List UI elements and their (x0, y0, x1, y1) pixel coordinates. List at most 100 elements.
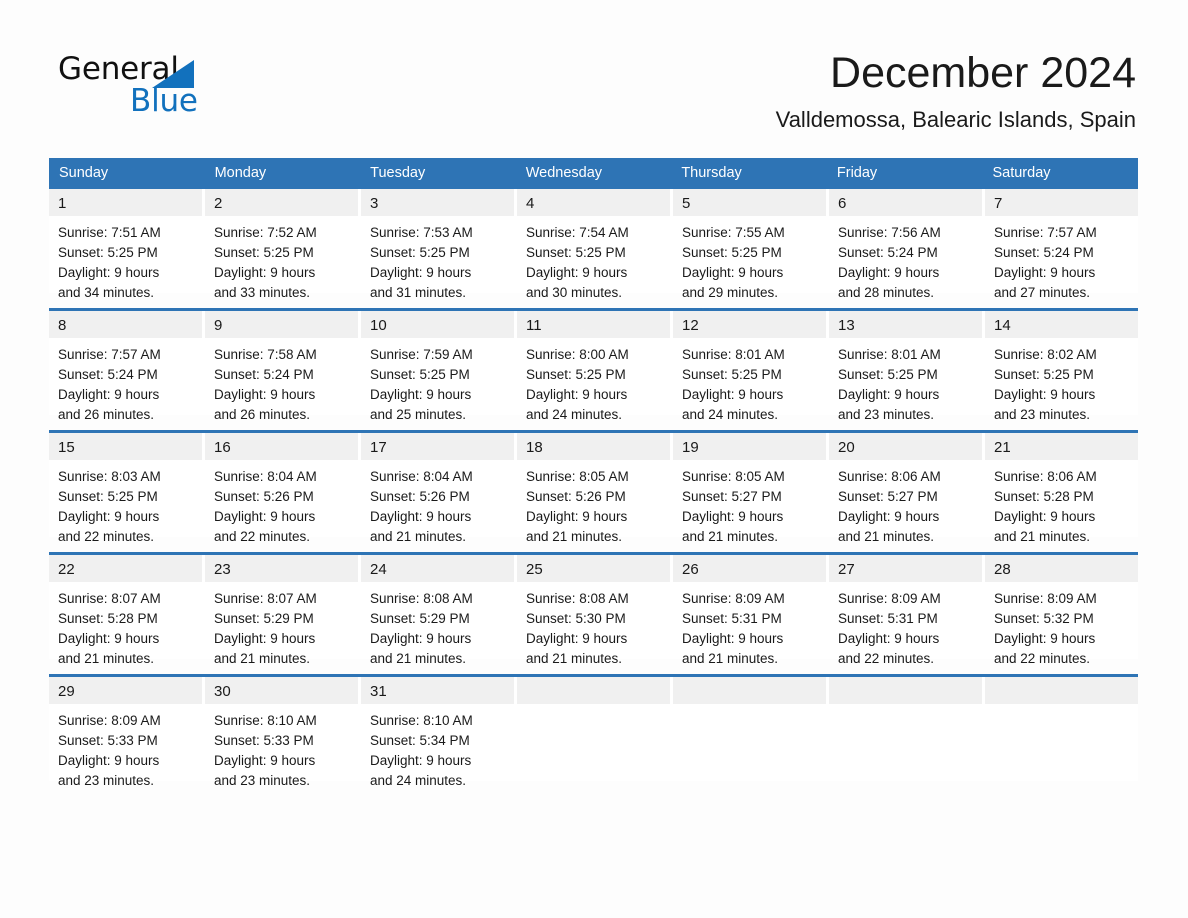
sunset-text: Sunset: 5:25 PM (682, 367, 782, 382)
day-number (517, 677, 670, 704)
week-row: 22 Sunrise: 8:07 AM Sunset: 5:28 PM Dayligh… (49, 552, 1138, 666)
sunset-text: Sunset: 5:29 PM (370, 611, 470, 626)
day-cell[interactable]: 1 Sunrise: 7:51 AM Sunset: 5:25 PM Daylight… (49, 189, 205, 300)
day-details: Sunrise: 8:08 AM Sunset: 5:30 PM Daylight:… (517, 582, 670, 666)
sunrise-text: Sunrise: 8:06 AM (838, 469, 941, 484)
week-row: 1 Sunrise: 7:51 AM Sunset: 5:25 PM Daylight… (49, 189, 1138, 300)
day-number: 24 (361, 555, 514, 582)
day-cell[interactable]: 24 Sunrise: 8:08 AM Sunset: 5:29 PM Dayligh… (361, 555, 517, 666)
day-details: Sunrise: 8:09 AM Sunset: 5:31 PM Daylight:… (829, 582, 982, 666)
day-number: 6 (829, 189, 982, 216)
day-cell[interactable]: 2 Sunrise: 7:52 AM Sunset: 5:25 PM Daylight… (205, 189, 361, 300)
day-cell[interactable]: 10 Sunrise: 7:59 AM Sunset: 5:25 PM Dayligh… (361, 311, 517, 422)
day-number (985, 677, 1138, 704)
day-cell[interactable]: 31 Sunrise: 8:10 AM Sunset: 5:34 PM Dayligh… (361, 677, 517, 788)
day-cell[interactable]: 23 Sunrise: 8:07 AM Sunset: 5:29 PM Dayligh… (205, 555, 361, 666)
day-cell[interactable]: 3 Sunrise: 7:53 AM Sunset: 5:25 PM Daylight… (361, 189, 517, 300)
day-cell[interactable]: 14 Sunrise: 8:02 AM Sunset: 5:25 PM Dayligh… (985, 311, 1138, 422)
day-cell[interactable]: 25 Sunrise: 8:08 AM Sunset: 5:30 PM Dayligh… (517, 555, 673, 666)
day-cell[interactable]: 12 Sunrise: 8:01 AM Sunset: 5:25 PM Dayligh… (673, 311, 829, 422)
day-cell[interactable]: 26 Sunrise: 8:09 AM Sunset: 5:31 PM Dayligh… (673, 555, 829, 666)
day-details: Sunrise: 8:06 AM Sunset: 5:28 PM Daylight:… (985, 460, 1138, 544)
sunset-text: Sunset: 5:24 PM (214, 367, 314, 382)
day-number: 30 (205, 677, 358, 704)
daylight-text-line1: Daylight: 9 hours (994, 509, 1096, 524)
day-cell[interactable]: 20 Sunrise: 8:06 AM Sunset: 5:27 PM Dayligh… (829, 433, 985, 544)
day-cell[interactable]: 13 Sunrise: 8:01 AM Sunset: 5:25 PM Dayligh… (829, 311, 985, 422)
day-number: 23 (205, 555, 358, 582)
sunrise-text: Sunrise: 7:55 AM (682, 225, 785, 240)
daylight-text-line1: Daylight: 9 hours (370, 631, 472, 646)
sunrise-text: Sunrise: 8:10 AM (214, 713, 317, 728)
day-details: Sunrise: 8:05 AM Sunset: 5:26 PM Daylight:… (517, 460, 670, 544)
day-cell[interactable]: 29 Sunrise: 8:09 AM Sunset: 5:33 PM Dayligh… (49, 677, 205, 788)
day-cell[interactable]: 8 Sunrise: 7:57 AM Sunset: 5:24 PM Daylight… (49, 311, 205, 422)
daylight-text-line1: Daylight: 9 hours (526, 631, 628, 646)
sunrise-text: Sunrise: 8:07 AM (58, 591, 161, 606)
day-number: 25 (517, 555, 670, 582)
day-cell[interactable]: 28 Sunrise: 8:09 AM Sunset: 5:32 PM Dayligh… (985, 555, 1138, 666)
day-cell[interactable]: 22 Sunrise: 8:07 AM Sunset: 5:28 PM Dayligh… (49, 555, 205, 666)
day-cell[interactable]: 18 Sunrise: 8:05 AM Sunset: 5:26 PM Dayligh… (517, 433, 673, 544)
daylight-text-line2: and 21 minutes. (58, 651, 155, 666)
day-details: Sunrise: 8:06 AM Sunset: 5:27 PM Daylight:… (829, 460, 982, 544)
day-details: Sunrise: 8:08 AM Sunset: 5:29 PM Daylight:… (361, 582, 514, 666)
daylight-text-line2: and 21 minutes. (526, 651, 623, 666)
day-number: 10 (361, 311, 514, 338)
day-cell[interactable]: 19 Sunrise: 8:05 AM Sunset: 5:27 PM Dayligh… (673, 433, 829, 544)
daylight-text-line1: Daylight: 9 hours (526, 265, 628, 280)
day-number: 13 (829, 311, 982, 338)
day-details: Sunrise: 7:54 AM Sunset: 5:25 PM Daylight:… (517, 216, 670, 300)
day-cell[interactable]: 11 Sunrise: 8:00 AM Sunset: 5:25 PM Dayligh… (517, 311, 673, 422)
day-details: Sunrise: 8:10 AM Sunset: 5:34 PM Daylight:… (361, 704, 514, 788)
daylight-text-line1: Daylight: 9 hours (214, 265, 316, 280)
day-cell[interactable]: 17 Sunrise: 8:04 AM Sunset: 5:26 PM Dayligh… (361, 433, 517, 544)
day-cell[interactable]: 9 Sunrise: 7:58 AM Sunset: 5:24 PM Daylight… (205, 311, 361, 422)
sunset-text: Sunset: 5:25 PM (526, 245, 626, 260)
sunrise-text: Sunrise: 7:59 AM (370, 347, 473, 362)
day-number: 3 (361, 189, 514, 216)
day-number: 4 (517, 189, 670, 216)
day-number: 26 (673, 555, 826, 582)
day-number: 14 (985, 311, 1138, 338)
daylight-text-line2: and 23 minutes. (214, 773, 311, 788)
weekday-header-wednesday: Wednesday (525, 165, 603, 181)
sunset-text: Sunset: 5:26 PM (214, 489, 314, 504)
sunrise-text: Sunrise: 8:08 AM (370, 591, 473, 606)
sunrise-text: Sunrise: 8:05 AM (526, 469, 629, 484)
day-cell[interactable]: 5 Sunrise: 7:55 AM Sunset: 5:25 PM Daylight… (673, 189, 829, 300)
sunrise-text: Sunrise: 8:04 AM (214, 469, 317, 484)
sunrise-text: Sunrise: 8:03 AM (58, 469, 161, 484)
day-cell[interactable]: 4 Sunrise: 7:54 AM Sunset: 5:25 PM Daylight… (517, 189, 673, 300)
daylight-text-line2: and 33 minutes. (214, 285, 311, 300)
week-row: 29 Sunrise: 8:09 AM Sunset: 5:33 PM Dayligh… (49, 674, 1138, 788)
daylight-text-line2: and 21 minutes. (370, 529, 467, 544)
day-number: 19 (673, 433, 826, 460)
sunrise-text: Sunrise: 7:54 AM (526, 225, 629, 240)
sunset-text: Sunset: 5:25 PM (682, 245, 782, 260)
day-details: Sunrise: 8:03 AM Sunset: 5:25 PM Daylight:… (49, 460, 202, 544)
day-number (673, 677, 826, 704)
sunrise-text: Sunrise: 8:09 AM (58, 713, 161, 728)
day-cell[interactable]: 27 Sunrise: 8:09 AM Sunset: 5:31 PM Dayligh… (829, 555, 985, 666)
day-cell[interactable]: 15 Sunrise: 8:03 AM Sunset: 5:25 PM Dayligh… (49, 433, 205, 544)
daylight-text-line2: and 24 minutes. (526, 407, 623, 422)
day-cell[interactable]: 7 Sunrise: 7:57 AM Sunset: 5:24 PM Daylight… (985, 189, 1138, 300)
daylight-text-line1: Daylight: 9 hours (682, 631, 784, 646)
daylight-text-line2: and 34 minutes. (58, 285, 155, 300)
day-cell[interactable]: 16 Sunrise: 8:04 AM Sunset: 5:26 PM Dayligh… (205, 433, 361, 544)
weekday-header-thursday: Thursday (681, 165, 742, 181)
daylight-text-line1: Daylight: 9 hours (214, 631, 316, 646)
sunset-text: Sunset: 5:33 PM (214, 733, 314, 748)
day-cell[interactable]: 6 Sunrise: 7:56 AM Sunset: 5:24 PM Daylight… (829, 189, 985, 300)
day-number: 21 (985, 433, 1138, 460)
generalblue-logo[interactable]: General Blue (58, 52, 258, 124)
sunset-text: Sunset: 5:32 PM (994, 611, 1094, 626)
day-cell[interactable]: 21 Sunrise: 8:06 AM Sunset: 5:28 PM Dayligh… (985, 433, 1138, 544)
sunrise-text: Sunrise: 8:00 AM (526, 347, 629, 362)
day-number: 28 (985, 555, 1138, 582)
day-number: 2 (205, 189, 358, 216)
daylight-text-line2: and 22 minutes. (994, 651, 1091, 666)
day-cell[interactable]: 30 Sunrise: 8:10 AM Sunset: 5:33 PM Dayligh… (205, 677, 361, 788)
day-details: Sunrise: 7:58 AM Sunset: 5:24 PM Daylight:… (205, 338, 358, 422)
